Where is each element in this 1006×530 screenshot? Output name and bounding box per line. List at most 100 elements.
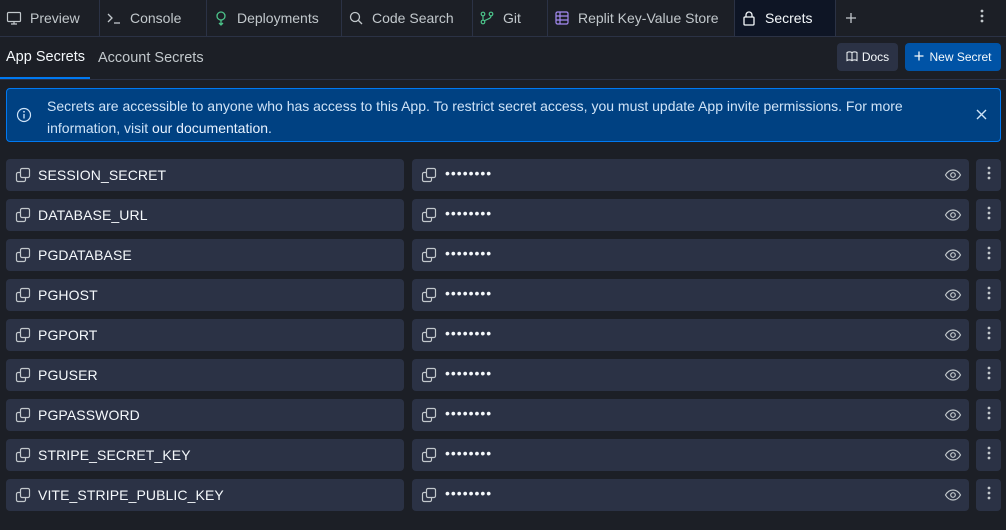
copy-icon[interactable] [421, 287, 437, 303]
copy-icon[interactable] [421, 487, 437, 503]
secret-value-field[interactable]: •••••••• [412, 279, 969, 311]
secret-key-field[interactable]: STRIPE_SECRET_KEY [6, 439, 404, 471]
copy-icon[interactable] [15, 247, 31, 263]
database-icon [554, 10, 570, 26]
tab-deployments[interactable]: Deployments [207, 0, 342, 36]
secret-value: •••••••• [445, 245, 493, 261]
kebab-icon [980, 9, 984, 28]
copy-icon[interactable] [15, 487, 31, 503]
docs-label: Docs [861, 50, 890, 64]
tab-label: Git [503, 10, 521, 26]
copy-icon[interactable] [421, 407, 437, 423]
tab-secrets[interactable]: Secrets [735, 0, 836, 36]
secret-key-field[interactable]: VITE_STRIPE_PUBLIC_KEY [6, 479, 404, 511]
plus-icon [914, 50, 924, 64]
secret-menu-button[interactable] [976, 439, 1001, 471]
tab-code-search[interactable]: Code Search [342, 0, 473, 36]
eye-icon[interactable] [944, 367, 962, 383]
banner-suffix: . [268, 120, 272, 136]
secret-menu-button[interactable] [976, 359, 1001, 391]
copy-icon[interactable] [15, 327, 31, 343]
secret-key: STRIPE_SECRET_KEY [38, 447, 191, 463]
secret-key-field[interactable]: PGHOST [6, 279, 404, 311]
copy-icon[interactable] [15, 447, 31, 463]
eye-icon[interactable] [944, 287, 962, 303]
tab-account-secrets[interactable]: Account Secrets [98, 37, 204, 79]
tab-app-secrets[interactable]: App Secrets [0, 37, 90, 79]
secret-key: DATABASE_URL [38, 207, 148, 223]
monitor-icon [6, 10, 22, 26]
eye-icon[interactable] [944, 487, 962, 503]
secret-menu-button[interactable] [976, 399, 1001, 431]
secret-row: DATABASE_URL •••••••• [0, 199, 1006, 231]
new-secret-button[interactable]: New Secret [905, 43, 1001, 71]
copy-icon[interactable] [15, 167, 31, 183]
secret-key-field[interactable]: PGDATABASE [6, 239, 404, 271]
copy-icon[interactable] [421, 247, 437, 263]
copy-icon[interactable] [421, 207, 437, 223]
book-icon [846, 50, 858, 65]
secret-row: SESSION_SECRET •••••••• [0, 159, 1006, 191]
secret-menu-button[interactable] [976, 479, 1001, 511]
terminal-icon [106, 10, 122, 26]
secret-value-field[interactable]: •••••••• [412, 399, 969, 431]
secret-value: •••••••• [445, 165, 493, 181]
kebab-icon [987, 366, 991, 385]
eye-icon[interactable] [944, 447, 962, 463]
eye-icon[interactable] [944, 247, 962, 263]
copy-icon[interactable] [421, 167, 437, 183]
secret-key-field[interactable]: PGUSER [6, 359, 404, 391]
eye-icon[interactable] [944, 207, 962, 223]
close-icon [976, 107, 987, 125]
secret-value-field[interactable]: •••••••• [412, 359, 969, 391]
secret-menu-button[interactable] [976, 279, 1001, 311]
secret-menu-button[interactable] [976, 319, 1001, 351]
kebab-icon [987, 246, 991, 265]
secret-row: PGUSER •••••••• [0, 359, 1006, 391]
secret-key-field[interactable]: DATABASE_URL [6, 199, 404, 231]
secret-key: PGHOST [38, 287, 98, 303]
secret-value-field[interactable]: •••••••• [412, 239, 969, 271]
eye-icon[interactable] [944, 327, 962, 343]
kebab-icon [987, 326, 991, 345]
tab-preview[interactable]: Preview [0, 0, 100, 36]
secret-value-field[interactable]: •••••••• [412, 439, 969, 471]
secret-key-field[interactable]: SESSION_SECRET [6, 159, 404, 191]
copy-icon[interactable] [15, 407, 31, 423]
secret-value-field[interactable]: •••••••• [412, 319, 969, 351]
tab-git[interactable]: Git [473, 0, 548, 36]
copy-icon[interactable] [15, 367, 31, 383]
tab-console[interactable]: Console [100, 0, 207, 36]
secret-row: PGDATABASE •••••••• [0, 239, 1006, 271]
add-tab-button[interactable] [836, 0, 866, 36]
secret-menu-button[interactable] [976, 159, 1001, 191]
secret-value-field[interactable]: •••••••• [412, 479, 969, 511]
copy-icon[interactable] [15, 287, 31, 303]
secret-menu-button[interactable] [976, 199, 1001, 231]
lock-icon [741, 10, 757, 26]
documentation-link[interactable]: our documentation [152, 120, 268, 136]
secret-value-field[interactable]: •••••••• [412, 199, 969, 231]
secret-value: •••••••• [445, 365, 493, 381]
dismiss-banner-button[interactable] [972, 107, 990, 125]
secret-value: •••••••• [445, 325, 493, 341]
secret-value: •••••••• [445, 485, 493, 501]
secret-menu-button[interactable] [976, 239, 1001, 271]
kebab-icon [987, 206, 991, 225]
pane-tab-bar: Preview Console Deployments Code Search … [0, 0, 1006, 37]
copy-icon[interactable] [421, 367, 437, 383]
tab-key-value-store[interactable]: Replit Key-Value Store [548, 0, 735, 36]
copy-icon[interactable] [421, 447, 437, 463]
eye-icon[interactable] [944, 167, 962, 183]
docs-button[interactable]: Docs [837, 43, 898, 71]
secret-row: PGHOST •••••••• [0, 279, 1006, 311]
copy-icon[interactable] [421, 327, 437, 343]
secret-value: •••••••• [445, 445, 493, 461]
tab-label: Deployments [237, 10, 319, 26]
copy-icon[interactable] [15, 207, 31, 223]
secret-key-field[interactable]: PGPORT [6, 319, 404, 351]
pane-menu-button[interactable] [962, 0, 1002, 36]
secret-value-field[interactable]: •••••••• [412, 159, 969, 191]
eye-icon[interactable] [944, 407, 962, 423]
secret-key-field[interactable]: PGPASSWORD [6, 399, 404, 431]
